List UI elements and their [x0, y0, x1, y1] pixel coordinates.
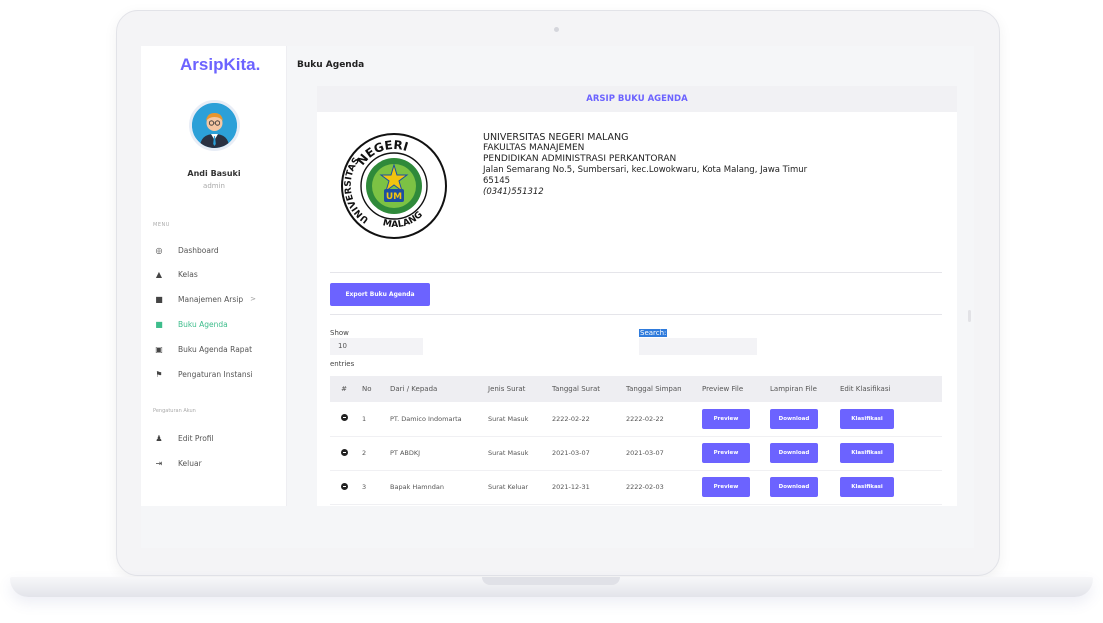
cell-no: 1	[358, 402, 386, 437]
flag-icon: ⚑	[155, 369, 163, 379]
app-screen: ArsipKita. Andi Basuki admin MENU ◎ Dash…	[141, 46, 974, 548]
sign-out-icon: ⇥	[155, 458, 163, 468]
institution-name: UNIVERSITAS NEGERI MALANG	[483, 132, 629, 143]
cell-dari-kepada: PT ABDKJ	[386, 436, 484, 471]
divider	[330, 272, 942, 273]
cell-no: 3	[358, 470, 386, 505]
column-header[interactable]: #	[330, 376, 358, 402]
sidebar-item-label: Edit Profil	[178, 433, 214, 443]
cell-jenis-surat: Surat Keluar	[484, 470, 548, 505]
sidebar: ArsipKita. Andi Basuki admin MENU ◎ Dash…	[141, 46, 287, 506]
column-header[interactable]: Tanggal Surat	[548, 376, 622, 402]
preview-button[interactable]: Preview	[702, 408, 750, 429]
cell-dari-kepada: Bapak Hamndan	[386, 470, 484, 505]
menu-heading: MENU	[153, 222, 170, 228]
column-header[interactable]: Dari / Kepada	[386, 376, 484, 402]
user-role: admin	[203, 182, 225, 190]
cell-tanggal-simpan: 2222-02-22	[622, 402, 698, 437]
logo-emblem-text: UM	[386, 192, 402, 202]
divider	[330, 314, 942, 315]
archive-card: ARSIP BUKU AGENDA NEGERI UNIVERSITAS MAL…	[317, 86, 957, 506]
file-icon: ■	[155, 294, 163, 304]
sidebar-item-manajemen-arsip[interactable]: ■ Manajemen Arsip >	[153, 292, 283, 306]
preview-button[interactable]: Preview	[702, 443, 750, 463]
sidebar-item-label: Buku Agenda Rapat	[178, 344, 253, 354]
scrollbar[interactable]	[968, 310, 971, 322]
sidebar-item-edit-profil[interactable]: ♟ Edit Profil	[153, 431, 283, 445]
download-button[interactable]: Download	[770, 477, 818, 497]
institution-info: UNIVERSITAS NEGERI MALANG FAKULTAS MANAJ…	[483, 132, 807, 198]
brand-logo[interactable]: ArsipKita.	[180, 55, 260, 75]
cell-no: 2	[358, 436, 386, 471]
cell-dari-kepada: PT. Damico Indomarta	[386, 402, 484, 437]
faculty-name: FAKULTAS MANAJEMEN	[483, 143, 585, 153]
expand-row-icon[interactable]	[340, 482, 348, 490]
column-header[interactable]: Jenis Surat	[484, 376, 548, 402]
expand-row-icon[interactable]	[340, 448, 348, 456]
book-icon: ■	[155, 319, 163, 329]
chevron-right-icon: >	[250, 295, 257, 303]
cell-tanggal-simpan: 2021-03-07	[622, 436, 698, 471]
klasifikasi-button[interactable]: Klasifikasi	[840, 443, 894, 463]
webcam	[554, 27, 559, 32]
address: Jalan Semarang No.5, Sumbersari, kec.Low…	[483, 165, 808, 175]
column-header[interactable]: Tanggal Simpan	[622, 376, 698, 402]
table-row: 2 PT ABDKJ Surat Masuk 2021-03-07 2021-0…	[330, 436, 942, 471]
user-edit-icon: ♟	[155, 433, 163, 443]
dashboard-icon: ◎	[155, 245, 163, 255]
search-input[interactable]	[639, 338, 757, 355]
column-header[interactable]: Edit Klasifikasi	[836, 376, 942, 402]
cell-jenis-surat: Surat Masuk	[484, 436, 548, 471]
entries-label: entries	[330, 360, 355, 368]
sidebar-item-label: Keluar	[178, 458, 202, 468]
card-header: ARSIP BUKU AGENDA	[317, 86, 957, 112]
cell-tanggal-surat: 2021-03-07	[548, 436, 622, 471]
column-header[interactable]: Preview File	[698, 376, 766, 402]
cell-jenis-surat: Surat Masuk	[484, 402, 548, 437]
sidebar-item-label: Dashboard	[178, 245, 219, 255]
sidebar-item-pengaturan-instansi[interactable]: ⚑ Pengaturan Instansi	[153, 367, 283, 381]
sidebar-item-kelas[interactable]: ▲ Kelas	[153, 267, 283, 281]
klasifikasi-button[interactable]: Klasifikasi	[840, 408, 894, 429]
klasifikasi-button[interactable]: Klasifikasi	[840, 477, 894, 497]
column-header[interactable]: No	[358, 376, 386, 402]
phone-number: (0341)551312	[483, 187, 544, 197]
sidebar-item-dashboard[interactable]: ◎ Dashboard	[153, 243, 283, 257]
avatar	[189, 100, 240, 151]
entries-select[interactable]: 10	[330, 338, 423, 355]
sidebar-item-label: Pengaturan Instansi	[178, 369, 253, 379]
avatar-illustration	[192, 103, 237, 148]
show-label: Show	[330, 329, 349, 337]
sidebar-item-buku-agenda[interactable]: ■ Buku Agenda	[153, 317, 283, 331]
user-name: Andi Basuki	[187, 169, 241, 178]
department-name: PENDIDIKAN ADMINISTRASI PERKANTORAN	[483, 154, 677, 164]
calendar-icon: ▣	[155, 344, 163, 354]
cell-tanggal-surat: 2021-12-31	[548, 470, 622, 505]
cell-tanggal-surat: 2222-02-22	[548, 402, 622, 437]
account-heading: Pengaturan Akun	[153, 408, 196, 414]
page-title: Buku Agenda	[297, 60, 365, 70]
sidebar-item-keluar[interactable]: ⇥ Keluar	[153, 456, 283, 470]
export-button[interactable]: Export Buku Agenda	[330, 283, 430, 306]
expand-row-icon[interactable]	[340, 414, 348, 422]
column-header[interactable]: Lampiran File	[766, 376, 836, 402]
search-label: Search:	[639, 329, 668, 337]
sidebar-item-label: Manajemen Arsip	[178, 294, 244, 304]
download-button[interactable]: Download	[770, 443, 818, 463]
download-button[interactable]: Download	[770, 408, 818, 429]
laptop-notch	[482, 577, 620, 585]
postal-code: 65145	[483, 176, 511, 186]
agenda-table: # No Dari / Kepada Jenis Surat Tanggal S…	[330, 376, 942, 505]
sidebar-item-buku-agenda-rapat[interactable]: ▣ Buku Agenda Rapat	[153, 342, 283, 356]
sidebar-item-label: Buku Agenda	[178, 319, 228, 329]
sidebar-item-label: Kelas	[178, 269, 198, 279]
university-logo: NEGERI UNIVERSITAS MALANG UM	[341, 133, 447, 239]
table-row: 1 PT. Damico Indomarta Surat Masuk 2222-…	[330, 402, 942, 437]
cell-tanggal-simpan: 2222-02-03	[622, 470, 698, 505]
table-row: 3 Bapak Hamndan Surat Keluar 2021-12-31 …	[330, 470, 942, 505]
graduation-cap-icon: ▲	[155, 269, 163, 279]
preview-button[interactable]: Preview	[702, 477, 750, 497]
table-header-row: # No Dari / Kepada Jenis Surat Tanggal S…	[330, 376, 942, 402]
